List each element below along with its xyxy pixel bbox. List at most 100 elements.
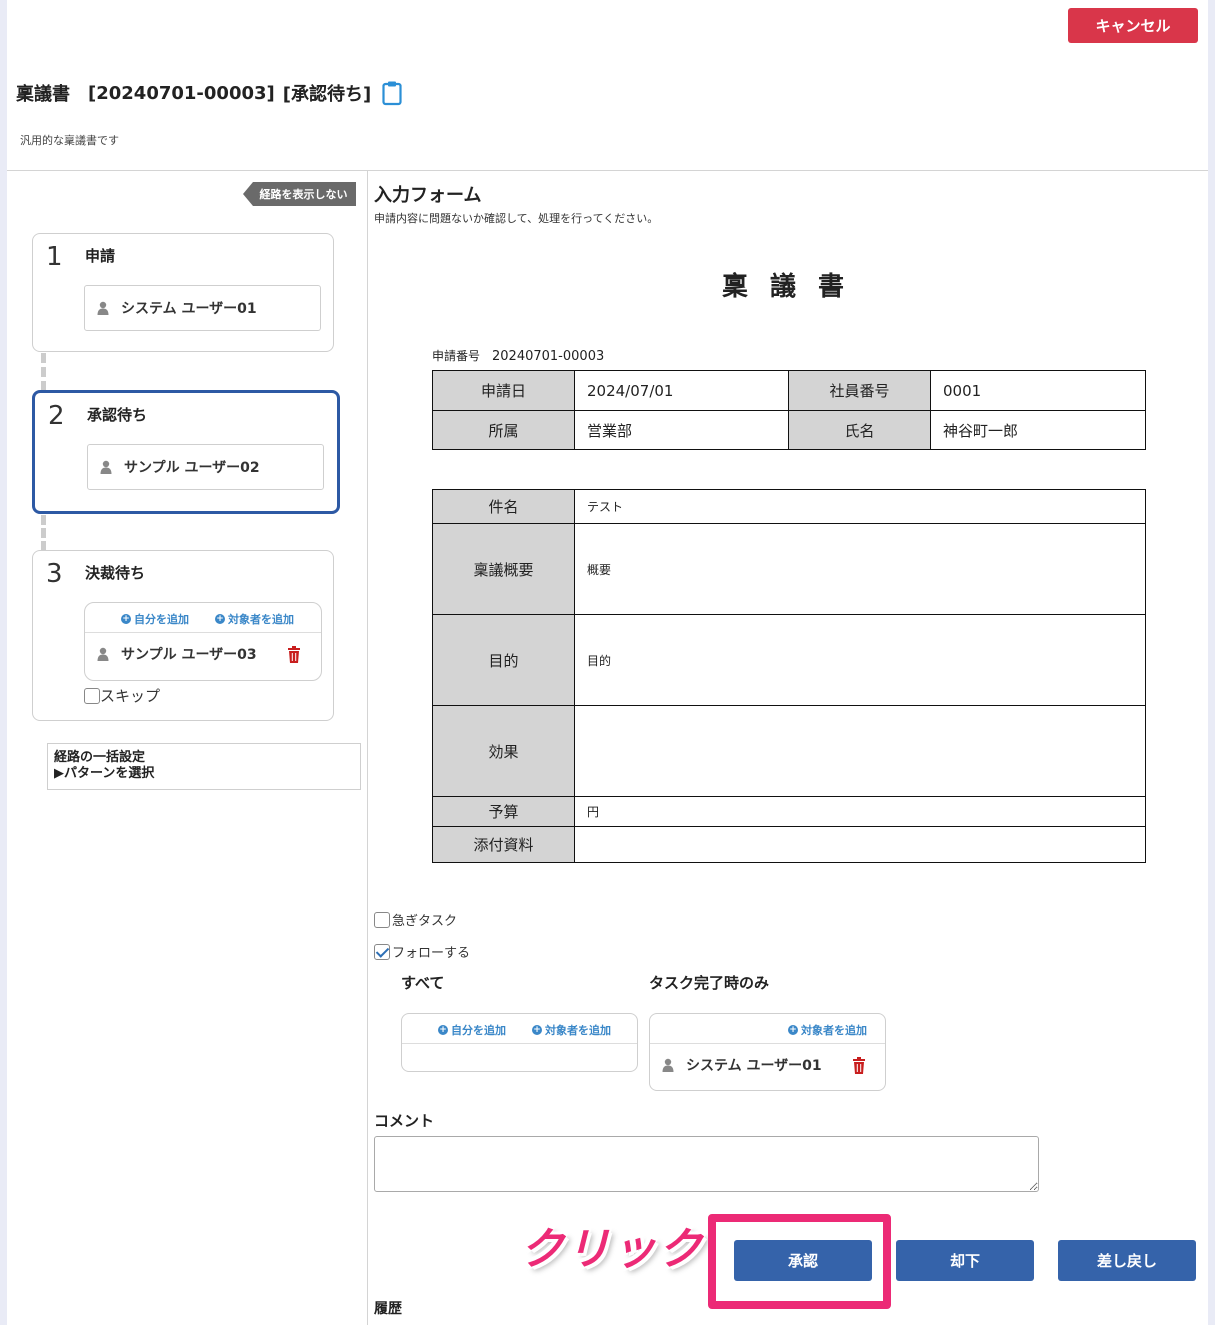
- detail-table: 件名 テスト 稟議概要 概要 目的 目的 効果 予算 円 添付資料: [432, 489, 1146, 863]
- user-name: サンプル ユーザー02: [124, 460, 260, 476]
- dept-value: 営業部: [574, 410, 789, 450]
- skip-label: スキップ: [100, 687, 161, 705]
- follow-option[interactable]: フォローする: [374, 942, 470, 961]
- employee-no-value: 0001: [930, 370, 1146, 411]
- application-number-label: 申請番号: [432, 349, 481, 363]
- follow-complete-box: + 対象者を追加 システム ユーザー01: [649, 1013, 886, 1091]
- reject-button[interactable]: 却下: [896, 1240, 1034, 1281]
- follow-label: フォローする: [392, 946, 471, 961]
- comment-field[interactable]: [374, 1136, 1039, 1192]
- follow-checkbox[interactable]: [374, 943, 390, 960]
- date-value: 2024/07/01: [574, 370, 789, 411]
- table-row: 予算 円: [432, 796, 1146, 827]
- doc-description: 汎用的な稟議書です: [20, 134, 119, 147]
- step-number: 2: [48, 401, 65, 431]
- add-target-button[interactable]: + 対象者を追加: [788, 1022, 867, 1038]
- plus-circle-icon: +: [215, 614, 225, 624]
- route-step-3: 3 決裁待ち + 自分を追加 + 対象者を追加 サンプル ユーザー03 スキップ: [32, 550, 334, 721]
- page-title: 稟議書 [20240701-00003] [承認待ち]: [16, 80, 371, 106]
- name-value: 神谷町一郎: [930, 410, 1146, 450]
- person-icon: [662, 1058, 674, 1072]
- table-row: 目的 目的: [432, 614, 1146, 706]
- employee-no-label: 社員番号: [788, 370, 931, 411]
- dept-label: 所属: [432, 410, 575, 450]
- add-self-button[interactable]: + 自分を追加: [438, 1022, 506, 1038]
- add-target-button[interactable]: + 対象者を追加: [532, 1022, 611, 1038]
- trash-icon[interactable]: [852, 1057, 866, 1074]
- route-connector: [41, 353, 47, 391]
- user-chip: システム ユーザー01: [84, 285, 321, 331]
- person-icon: [97, 301, 109, 315]
- step-title: 承認待ち: [87, 406, 148, 424]
- column-divider: [367, 171, 368, 1325]
- table-row: 添付資料: [432, 826, 1146, 863]
- summary-value: 概要: [574, 523, 1146, 615]
- purpose-label: 目的: [432, 614, 575, 706]
- send-back-button[interactable]: 差し戻し: [1058, 1240, 1196, 1281]
- purpose-value: 目的: [574, 614, 1146, 706]
- route-step-1: 1 申請 システム ユーザー01: [32, 233, 334, 352]
- route-step-2: 2 承認待ち サンプル ユーザー02: [32, 390, 340, 514]
- step-title: 決裁待ち: [85, 564, 146, 582]
- user-name: システム ユーザー01: [686, 1058, 822, 1074]
- step-number: 3: [46, 559, 63, 589]
- doc-number: [20240701-00003]: [88, 82, 275, 104]
- route-connector: [41, 515, 47, 551]
- urgent-label: 急ぎタスク: [392, 914, 458, 929]
- doc-status: [承認待ち]: [282, 84, 372, 105]
- effect-value: [574, 705, 1146, 797]
- plus-circle-icon: +: [788, 1025, 798, 1035]
- user-chip: サンプル ユーザー03: [85, 639, 321, 669]
- approve-button[interactable]: 承認: [734, 1240, 872, 1281]
- step-number: 1: [46, 242, 63, 272]
- application-number-value: 20240701-00003: [492, 349, 605, 364]
- document-name: 稟議書: [722, 272, 867, 302]
- step-title: 申請: [85, 247, 116, 265]
- skip-checkbox[interactable]: [84, 687, 100, 704]
- plus-circle-icon: +: [438, 1025, 448, 1035]
- add-self-button[interactable]: + 自分を追加: [121, 611, 189, 627]
- urgent-checkbox[interactable]: [374, 911, 390, 928]
- user-chip: サンプル ユーザー02: [87, 444, 324, 490]
- divider: [7, 170, 1208, 171]
- summary-label: 稟議概要: [432, 523, 575, 615]
- add-target-button[interactable]: + 対象者を追加: [215, 611, 294, 627]
- bulk-route-setting[interactable]: 経路の一括設定 ▶パターンを選択: [47, 743, 361, 790]
- user-name: システム ユーザー01: [121, 301, 257, 317]
- approver-box: + 自分を追加 + 対象者を追加 サンプル ユーザー03: [84, 602, 322, 681]
- table-row: 効果: [432, 705, 1146, 797]
- follow-complete-heading: タスク完了時のみ: [649, 974, 770, 992]
- person-icon: [97, 647, 109, 661]
- budget-label: 予算: [432, 796, 575, 827]
- clipboard-icon[interactable]: [382, 80, 402, 106]
- budget-value: 円: [574, 796, 1146, 827]
- urgent-option[interactable]: 急ぎタスク: [374, 910, 457, 929]
- plus-circle-icon: +: [532, 1025, 542, 1035]
- hide-route-button[interactable]: 経路を表示しない: [243, 182, 356, 206]
- user-chip: システム ユーザー01: [650, 1050, 850, 1080]
- name-label: 氏名: [788, 410, 931, 450]
- attachment-value: [574, 826, 1146, 863]
- pattern-select-link[interactable]: ▶パターンを選択: [54, 766, 354, 782]
- date-label: 申請日: [432, 370, 575, 411]
- form-subtitle: 申請内容に問題ないか確認して、処理を行ってください。: [374, 212, 659, 225]
- follow-all-heading: すべて: [401, 974, 445, 992]
- cancel-button[interactable]: キャンセル: [1068, 8, 1198, 43]
- comment-label: コメント: [374, 1112, 435, 1130]
- form-heading: 入力フォーム: [374, 185, 482, 206]
- user-name: サンプル ユーザー03: [121, 647, 257, 663]
- history-heading: 履歴: [374, 1301, 402, 1317]
- table-row: 件名 テスト: [432, 489, 1146, 524]
- bulk-route-title: 経路の一括設定: [54, 750, 146, 765]
- application-number: 申請番号 20240701-00003: [432, 347, 604, 364]
- effect-label: 効果: [432, 705, 575, 797]
- follow-all-box: + 自分を追加 + 対象者を追加: [401, 1013, 638, 1072]
- plus-circle-icon: +: [121, 614, 131, 624]
- doc-type: 稟議書: [16, 84, 70, 105]
- skip-option[interactable]: スキップ: [84, 685, 160, 706]
- trash-icon[interactable]: [287, 646, 301, 663]
- subject-value: テスト: [574, 489, 1146, 524]
- click-annotation: クリック: [520, 1224, 704, 1275]
- person-icon: [100, 460, 112, 474]
- subject-label: 件名: [432, 489, 575, 524]
